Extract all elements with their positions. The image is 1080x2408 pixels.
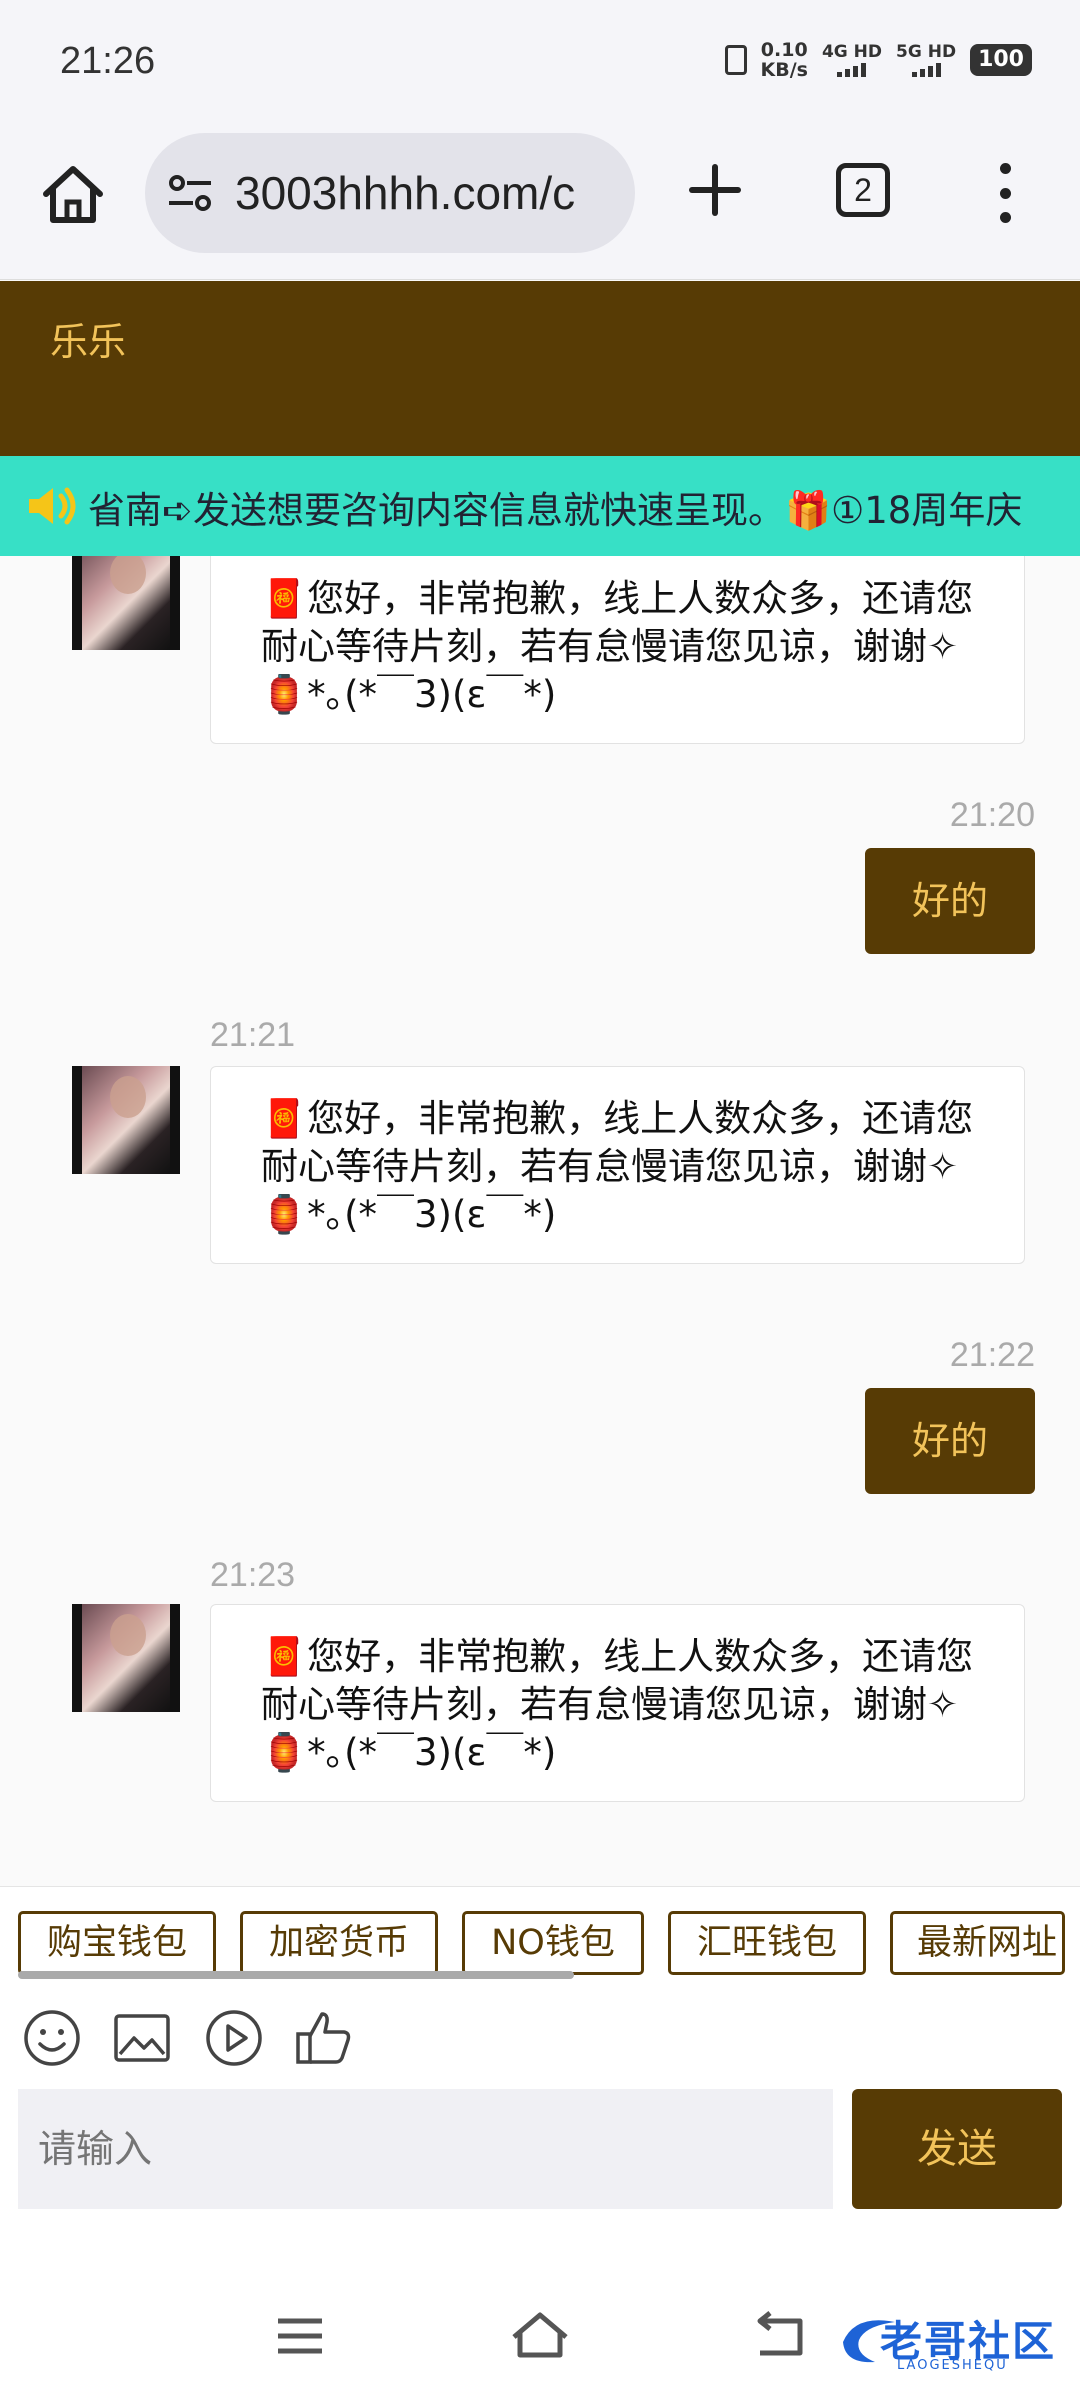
recent-apps-icon[interactable]	[270, 2311, 330, 2361]
message-timestamp: 21:22	[949, 1336, 1035, 1374]
agent-message-bubble: 🧧您好，非常抱歉，线上人数众多，还请您耐心等待片刻，若有怠慢请您见谅，谢谢✧🏮*…	[210, 1066, 1025, 1264]
network-speed-unit: KB/s	[760, 59, 808, 81]
chat-messages[interactable]: 🧧您好，非常抱歉，线上人数众多，还请您耐心等待片刻，若有怠慢请您见谅，谢谢✧🏮*…	[0, 556, 1080, 1886]
message-timestamp: 21:23	[210, 1556, 296, 1594]
send-button[interactable]: 发送	[852, 2089, 1062, 2209]
quick-reply-button[interactable]: 加密货币	[240, 1911, 438, 1975]
status-time: 21:26	[60, 40, 156, 82]
message-timestamp: 21:20	[949, 796, 1035, 834]
notice-text: 省南➪发送想要咨询内容信息就快速呈现。🎁①18周年庆	[88, 489, 1023, 532]
message-timestamp: 21:21	[210, 1016, 296, 1054]
quick-reply-button[interactable]: 汇旺钱包	[668, 1911, 866, 1975]
notice-marquee: 省南➪发送想要咨询内容信息就快速呈现。🎁①18周年庆	[0, 456, 1080, 556]
composer-tools	[0, 1986, 1080, 2086]
tab-switcher-button[interactable]: 2	[836, 163, 890, 217]
address-bar[interactable]: 3003hhhh.com/c	[145, 133, 635, 253]
vibrate-icon	[724, 45, 747, 75]
agent-message-bubble: 🧧您好，非常抱歉，线上人数众多，还请您耐心等待片刻，若有怠慢请您见谅，谢谢✧🏮*…	[210, 556, 1025, 744]
quick-reply-button[interactable]: 最新网址	[890, 1911, 1065, 1975]
quick-reply-button[interactable]: 购宝钱包	[18, 1911, 216, 1975]
url-text[interactable]: 3003hhhh.com/c	[235, 166, 575, 220]
status-icons: 0.10 KB/s 4G HD 5G HD 100	[724, 40, 1032, 80]
quick-reply-bar[interactable]: 购宝钱包 加密货币 NO钱包 汇旺钱包 最新网址	[0, 1886, 1080, 1986]
speaker-icon	[29, 487, 76, 525]
composer: 发送	[0, 2086, 1080, 2256]
browser-toolbar: 3003hhhh.com/c 2	[0, 125, 1080, 280]
chat-header: 乐乐	[0, 281, 1080, 456]
image-icon[interactable]	[112, 2008, 172, 2068]
agent-avatar	[72, 556, 180, 650]
quick-reply-button[interactable]: NO钱包	[462, 1911, 644, 1975]
signal-sim1-icon: 4G HD	[822, 43, 882, 77]
network-speed: 0.10 KB/s	[761, 40, 808, 80]
agent-avatar	[72, 1604, 180, 1712]
more-menu-icon[interactable]	[985, 163, 1025, 223]
nav-home-icon[interactable]	[510, 2311, 570, 2361]
home-icon[interactable]	[38, 160, 108, 230]
user-message-bubble: 好的	[865, 1388, 1035, 1494]
thumbs-up-icon[interactable]	[294, 2008, 354, 2068]
battery-icon: 100	[970, 44, 1032, 76]
back-icon[interactable]	[750, 2311, 810, 2361]
status-bar: 21:26 0.10 KB/s 4G HD 5G HD 100	[0, 0, 1080, 125]
emoji-icon[interactable]	[22, 2008, 82, 2068]
site-settings-icon[interactable]	[165, 173, 215, 213]
video-play-icon[interactable]	[204, 2008, 264, 2068]
sim2-label: 5G HD	[896, 42, 957, 62]
user-message-bubble: 好的	[865, 848, 1035, 954]
network-speed-value: 0.10	[760, 39, 808, 61]
watermark-logo: 老哥社区 LAOGESHEQU	[835, 2306, 1070, 2376]
new-tab-plus-icon[interactable]	[680, 155, 750, 225]
agent-avatar	[72, 1066, 180, 1174]
system-nav-bar: 老哥社区 LAOGESHEQU	[0, 2256, 1080, 2408]
chat-title: 乐乐	[50, 320, 127, 364]
agent-message-bubble: 🧧您好，非常抱歉，线上人数众多，还请您耐心等待片刻，若有怠慢请您见谅，谢谢✧🏮*…	[210, 1604, 1025, 1802]
message-input[interactable]	[18, 2089, 833, 2209]
signal-sim2-icon: 5G HD	[896, 43, 956, 77]
watermark-subtitle: LAOGESHEQU	[897, 2358, 1008, 2373]
horizontal-scrollbar[interactable]	[18, 1971, 574, 1979]
sim1-label: 4G HD	[821, 42, 883, 62]
